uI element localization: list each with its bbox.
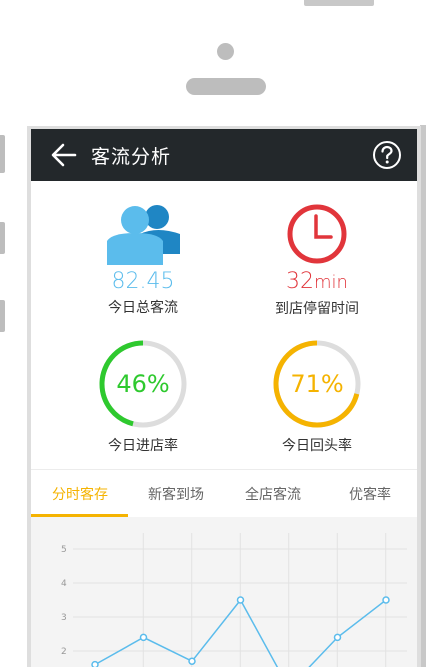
tab-hourly-customers[interactable]: 分时客存 <box>49 484 111 504</box>
tab-bar: 分时客存 新客到场 全店客流 优客率 <box>31 470 417 517</box>
entry-rate-ring: 46% <box>98 339 188 429</box>
arrow-left-icon <box>51 143 77 167</box>
help-button[interactable] <box>372 140 402 170</box>
dwell-time-value: 32min <box>227 269 407 296</box>
page-title: 客流分析 <box>91 146 172 168</box>
hourly-chart: 5 4 3 2 <box>31 517 417 667</box>
dwell-time-unit: min <box>314 272 348 293</box>
clock-icon <box>287 204 347 264</box>
total-traffic-label: 今日总客流 <box>108 300 178 316</box>
phone-screen: 客流分析 82.45 今日总客流 32min 到店停留时间 46% 今日进店率 … <box>27 126 421 667</box>
phone-side-button <box>0 135 5 173</box>
return-rate-label: 今日回头率 <box>282 438 352 454</box>
dwell-time-label: 到店停留时间 <box>275 301 359 317</box>
data-point <box>188 657 196 665</box>
phone-side-button <box>0 300 5 332</box>
phone-top-edge <box>304 0 374 6</box>
tab-new-customers[interactable]: 新客到场 <box>145 484 207 504</box>
y-tick-label: 5 <box>61 545 67 555</box>
stat-return-rate: 71% 今日回头率 <box>227 339 407 455</box>
back-button[interactable] <box>49 141 79 169</box>
stat-total-traffic: 82.45 今日总客流 <box>53 203 233 317</box>
top-bar: 客流分析 <box>31 129 417 181</box>
return-rate-ring: 71% <box>272 339 362 429</box>
data-point <box>139 633 148 642</box>
data-point <box>91 660 99 667</box>
tab-quality-rate[interactable]: 优客率 <box>344 484 396 504</box>
phone-camera <box>217 43 234 60</box>
entry-rate-value: 46% <box>116 370 170 398</box>
stat-dwell-time: 32min 到店停留时间 <box>227 203 407 318</box>
phone-speaker <box>186 78 266 95</box>
phone-side-button <box>0 222 5 254</box>
users-icon <box>107 205 180 265</box>
y-tick-label: 3 <box>61 613 67 623</box>
app-view: 客流分析 82.45 今日总客流 32min 到店停留时间 46% 今日进店率 … <box>31 129 417 667</box>
data-point <box>382 596 390 604</box>
total-traffic-value: 82.45 <box>111 269 175 294</box>
data-point <box>236 596 245 604</box>
return-rate-value: 71% <box>290 370 344 398</box>
line-chart: 5 4 3 2 <box>61 533 407 667</box>
stat-entry-rate: 46% 今日进店率 <box>53 339 233 455</box>
question-circle-icon <box>373 141 401 169</box>
tab-store-traffic[interactable]: 全店客流 <box>242 484 304 504</box>
entry-rate-label: 今日进店率 <box>108 438 178 454</box>
y-tick-label: 4 <box>61 579 67 589</box>
y-tick-label: 2 <box>61 647 67 657</box>
data-point <box>333 633 342 642</box>
dwell-time-number: 32 <box>286 269 315 294</box>
